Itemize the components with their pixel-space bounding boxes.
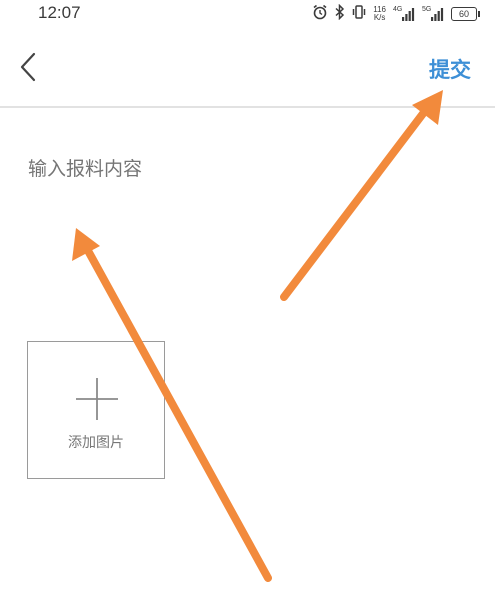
- vibrate-icon: [352, 4, 366, 24]
- nav-bar: 提交: [0, 28, 495, 108]
- signal-4g-tag: 4G: [393, 6, 403, 13]
- submit-button[interactable]: 提交: [429, 54, 471, 84]
- status-bar: 12:07 116 K/s 4G 5G 60: [0, 0, 495, 28]
- arrow-to-submit: [280, 90, 443, 301]
- add-image-label: 添加图片: [68, 435, 124, 451]
- chevron-left-icon: [20, 52, 36, 82]
- signal-4g: 4G: [393, 6, 415, 22]
- signal-5g-tag: 5G: [422, 6, 432, 13]
- alarm-icon: [312, 4, 328, 24]
- bluetooth-icon: [335, 3, 345, 24]
- status-icons: 116 K/s 4G 5G 60: [312, 3, 480, 24]
- content-input[interactable]: [28, 158, 468, 180]
- add-image-button[interactable]: 添加图片: [27, 341, 165, 479]
- network-speed-unit: K/s: [373, 13, 386, 22]
- signal-5g: 5G: [422, 6, 444, 22]
- screen: 12:07 116 K/s 4G 5G 60 提交 输入报料内容 添加图片: [0, 0, 495, 594]
- status-time: 12:07: [38, 3, 81, 22]
- network-speed: 116 K/s: [373, 6, 386, 22]
- back-button[interactable]: [14, 50, 42, 84]
- plus-icon: [76, 378, 118, 420]
- battery-icon: 60: [451, 7, 480, 21]
